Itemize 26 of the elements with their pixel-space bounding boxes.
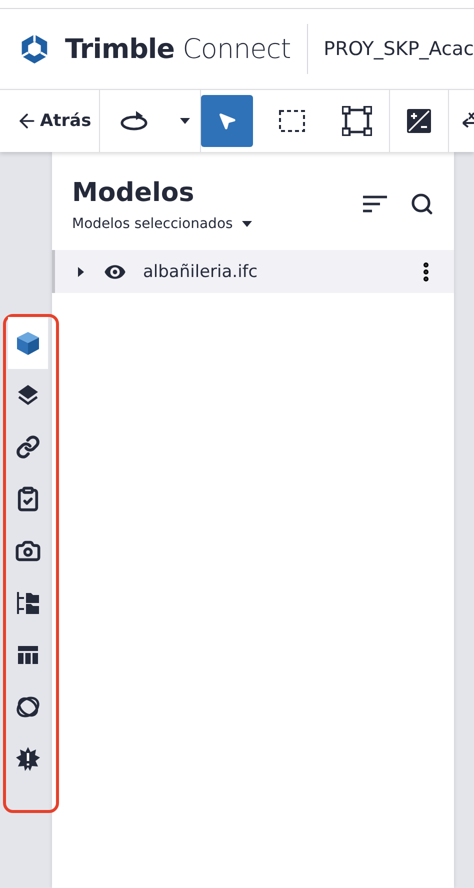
project-name[interactable]: PROY_SKP_Acac (324, 38, 474, 60)
brand-name: Trimble Connect (64, 34, 291, 64)
select-button[interactable] (201, 95, 254, 147)
layers-icon (16, 383, 40, 407)
filter-dropdown[interactable]: Modelos seleccionados (72, 216, 253, 232)
table-icon (16, 643, 40, 667)
pointer-icon (217, 111, 238, 131)
cube-icon (15, 330, 41, 356)
rings-icon (15, 694, 41, 720)
logo-icon (20, 32, 49, 66)
alert-badge-icon (15, 746, 41, 772)
camera-icon (15, 538, 41, 564)
panel-title: Modelos (72, 178, 196, 208)
model-row[interactable]: albañileria.ifc (52, 250, 454, 293)
bounding-box-icon (342, 106, 372, 136)
search-icon (410, 192, 434, 216)
clipboard-check-icon (15, 486, 41, 512)
models-tab[interactable] (8, 317, 48, 369)
folder-tree-icon (15, 590, 41, 616)
dashed-square-icon (278, 109, 306, 133)
sort-icon (362, 194, 388, 214)
search-button[interactable] (410, 192, 434, 216)
plus-minus-icon (406, 108, 432, 134)
model-name: albañileria.ifc (143, 262, 259, 282)
link-icon (16, 435, 40, 459)
sort-button[interactable] (362, 194, 388, 214)
